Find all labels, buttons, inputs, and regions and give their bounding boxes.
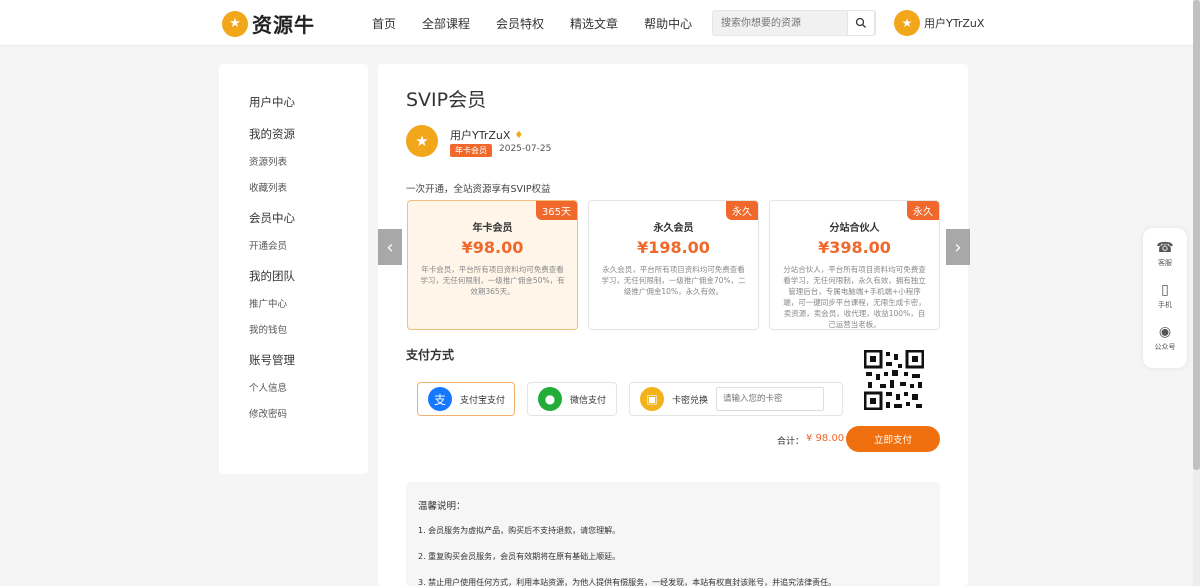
floating-toolbar: ☎ 客服 ▯ 手机 ◉ 公众号	[1143, 228, 1187, 368]
tips-panel: 温馨说明： 1. 会员服务为虚拟产品，购买后不支持退款，请您理解。 2. 重复购…	[406, 482, 940, 586]
nav-home[interactable]: 首页	[372, 15, 396, 32]
main-panel: SVIP会员 ★ 用户YTrZuX ♦ 年卡会员 2025-07-25 一次开通…	[378, 64, 968, 586]
plan-card-lifetime[interactable]: 永久 永久会员 ¥198.00 永久会员，平台所有项目资料均可免费查看学习，无任…	[588, 200, 759, 330]
plan-badge: 永久	[907, 201, 939, 220]
plan-price: ¥398.00	[818, 238, 891, 257]
logo-text: 资源牛	[252, 13, 315, 37]
main-nav: 首页 全部课程 会员特权 精选文章 帮助中心	[372, 0, 718, 46]
float-label: 客服	[1158, 259, 1172, 267]
sidebar: 用户中心 我的资源 资源列表 收藏列表 会员中心 开通会员 我的团队 推广中心 …	[219, 64, 368, 474]
wechat-icon: ●	[538, 387, 562, 411]
nav-all-courses[interactable]: 全部课程	[422, 15, 470, 32]
avatar: ★	[894, 10, 920, 36]
search-input[interactable]	[713, 11, 843, 35]
vip-badge: 年卡会员	[450, 144, 492, 157]
membership-description: 一次开通，全站资源享有SVIP权益	[406, 184, 551, 195]
plan-price: ¥198.00	[637, 238, 710, 257]
plan-name: 永久会员	[653, 223, 694, 234]
search-box	[712, 10, 876, 36]
total-label: 合计：	[777, 437, 805, 447]
plan-name: 年卡会员	[472, 223, 513, 234]
top-header: ★ 资源牛 首页 全部课程 会员特权 精选文章 帮助中心 ★ 用户YTrZuX	[0, 0, 1200, 46]
float-label: 公众号	[1154, 343, 1176, 351]
phone-icon: ▯	[1161, 282, 1169, 298]
profile-name: 用户YTrZuX	[450, 129, 511, 142]
logo-icon: ★	[222, 10, 248, 37]
diamond-icon: ♦	[514, 129, 524, 141]
customer-service-button[interactable]: ☎ 客服	[1143, 240, 1187, 268]
card-code-input[interactable]	[716, 387, 825, 411]
profile-avatar: ★	[406, 125, 438, 157]
wechat-icon: ◉	[1158, 324, 1172, 340]
sidebar-item-my-wallet[interactable]: 我的钱包	[249, 322, 368, 336]
official-account-button[interactable]: ◉ 公众号	[1143, 324, 1187, 352]
alipay-label: 支付宝支付	[460, 395, 506, 406]
vip-expiry-date: 2025-07-25	[499, 144, 552, 154]
plan-card-annual[interactable]: 365天 年卡会员 ¥98.00 年卡会员，平台所有项目资料均可免费查看学习，无…	[407, 200, 578, 330]
total-value: ¥ 98.00	[806, 433, 845, 444]
tip-item: 2. 重复购买会员服务，会员有效期将在原有基础上顺延。	[418, 552, 621, 561]
sidebar-item-personal-info[interactable]: 个人信息	[249, 380, 368, 394]
alipay-option[interactable]: 支 支付宝支付	[417, 382, 515, 416]
carousel-next-button[interactable]: ›	[946, 229, 970, 265]
sidebar-item-favorites[interactable]: 收藏列表	[249, 180, 368, 194]
nav-featured-articles[interactable]: 精选文章	[570, 15, 618, 32]
sidebar-group-my-team: 我的团队 推广中心 我的钱包	[249, 268, 368, 336]
sidebar-item-open-membership[interactable]: 开通会员	[249, 238, 368, 252]
wechat-pay-label: 微信支付	[570, 395, 607, 406]
profile-name-row: 用户YTrZuX ♦	[450, 127, 523, 143]
pay-now-button[interactable]: 立即支付	[846, 426, 940, 452]
plan-name: 分站合伙人	[829, 223, 880, 234]
plan-badge: 365天	[535, 201, 577, 220]
page-title: SVIP会员	[406, 89, 487, 111]
search-button[interactable]	[847, 10, 875, 36]
tip-item: 1. 会员服务为虚拟产品，购买后不支持退款，请您理解。	[418, 526, 621, 535]
user-name: 用户YTrZuX	[924, 17, 985, 30]
sidebar-title-account: 账号管理	[249, 353, 295, 367]
site-logo[interactable]: ★ 资源牛	[222, 9, 315, 38]
nav-member-privileges[interactable]: 会员特权	[496, 15, 544, 32]
wechat-pay-option[interactable]: ● 微信支付	[527, 382, 617, 416]
sidebar-item-user-center[interactable]: 用户中心	[249, 94, 368, 110]
sidebar-group-member-center: 会员中心 开通会员	[249, 210, 368, 252]
card-icon: ▣	[640, 387, 664, 411]
alipay-icon: 支	[428, 387, 452, 411]
page-scrollbar[interactable]	[1193, 0, 1200, 586]
payment-method-title: 支付方式	[406, 348, 455, 362]
sidebar-group-user-center: 用户中心	[249, 94, 368, 110]
mobile-button[interactable]: ▯ 手机	[1143, 282, 1187, 310]
sidebar-group-account: 账号管理 个人信息 修改密码	[249, 352, 368, 420]
sidebar-title-member-center: 会员中心	[249, 211, 295, 225]
sidebar-group-my-resources: 我的资源 资源列表 收藏列表	[249, 126, 368, 194]
nav-help-center[interactable]: 帮助中心	[644, 15, 692, 32]
tip-item: 3. 禁止用户使用任何方式，利用本站资源，为他人提供有偿服务，一经发现，本站有权…	[418, 578, 837, 586]
plan-card-partner[interactable]: 永久 分站合伙人 ¥398.00 分站合伙人，平台所有项目资料均可免费查看学习，…	[769, 200, 940, 330]
plan-price: ¥98.00	[461, 238, 524, 257]
sidebar-item-change-password[interactable]: 修改密码	[249, 406, 368, 420]
plan-description: 永久会员，平台所有项目资料均可免费查看学习，无任何限制，一级推广佣金70%，二级…	[601, 265, 746, 296]
plan-description: 分站合伙人，平台所有项目资料均可免费查看学习，无任何限制，永久有效，拥有独立管理…	[783, 265, 926, 329]
headset-icon: ☎	[1156, 240, 1174, 256]
sidebar-title-my-team: 我的团队	[249, 269, 295, 283]
user-menu[interactable]: ★ 用户YTrZuX	[894, 10, 984, 36]
carousel-prev-button[interactable]: ‹	[378, 229, 402, 265]
plan-description: 年卡会员，平台所有项目资料均可免费查看学习，无任何限制，一级推广佣金50%，有效…	[420, 265, 565, 296]
tips-title: 温馨说明：	[418, 501, 466, 512]
search-icon	[855, 17, 867, 29]
card-redeem-option[interactable]: ▣ 卡密兑换	[629, 382, 843, 416]
sidebar-item-resource-list[interactable]: 资源列表	[249, 154, 368, 168]
card-redeem-label: 卡密兑换	[672, 395, 709, 406]
scrollbar-thumb[interactable]	[1193, 0, 1200, 470]
float-label: 手机	[1158, 301, 1172, 309]
qr-code	[864, 350, 924, 410]
sidebar-title-my-resources: 我的资源	[249, 127, 295, 141]
sidebar-item-promotion-center[interactable]: 推广中心	[249, 296, 368, 310]
plan-badge: 永久	[726, 201, 758, 220]
